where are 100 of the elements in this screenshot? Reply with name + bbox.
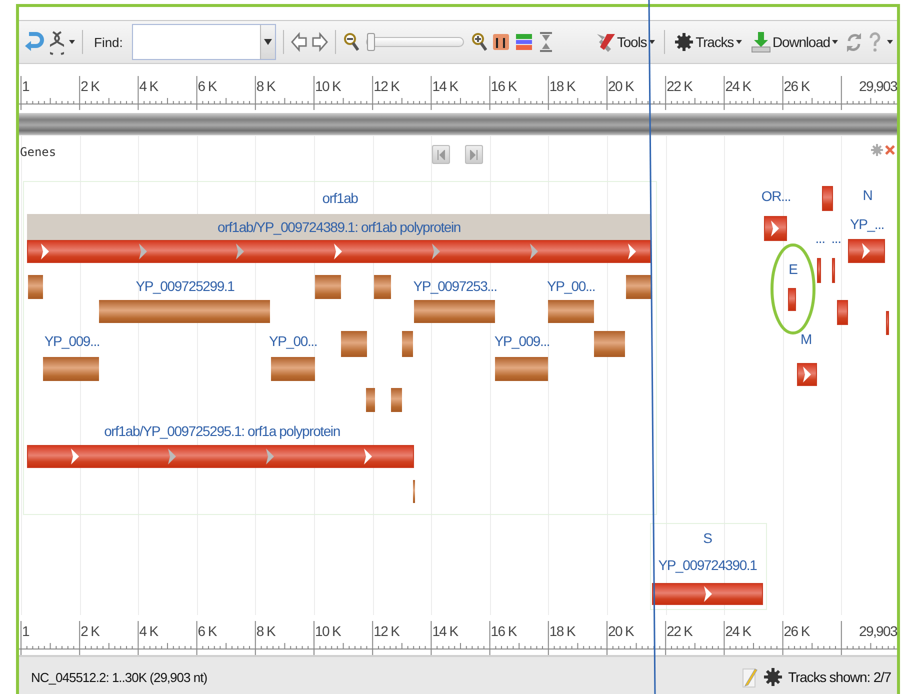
ruler-label: 2 K — [80, 623, 100, 639]
feature-label: YP_00... — [546, 277, 596, 295]
ruler-label: 14 K — [432, 623, 458, 639]
ruler-label: 1 — [22, 78, 29, 94]
ruler-label: 26 K — [784, 78, 810, 94]
caret-icon[interactable] — [887, 40, 893, 44]
find-label: Find: — [94, 34, 123, 50]
alignment-icon[interactable] — [514, 32, 533, 52]
previous-button[interactable] — [432, 145, 450, 164]
pencil-icon[interactable] — [742, 666, 758, 688]
right-arrow-icon[interactable] — [312, 31, 328, 53]
caret-icon — [264, 39, 272, 45]
refresh-icon[interactable] — [845, 31, 863, 53]
zoom-in-icon[interactable] — [470, 32, 487, 52]
feature-label: ... — [830, 229, 842, 247]
ruler-label: 10 K — [315, 623, 341, 639]
feature-label: orf1ab/YP_009725295.1: orf1a polyprotein — [103, 422, 341, 440]
ruler-label: 22 K — [666, 78, 692, 94]
feature-label: YP_009724390.1 — [657, 556, 758, 574]
next-button[interactable] — [465, 145, 483, 164]
feature-label: M — [800, 330, 812, 348]
skip-forward-icon — [470, 150, 478, 160]
download-icon — [750, 31, 771, 53]
track-title: Genes — [20, 145, 56, 159]
gene-bar — [822, 186, 833, 211]
cds-bar — [374, 275, 391, 299]
caret-icon — [832, 40, 838, 44]
menu-button[interactable]: Tools — [592, 31, 657, 53]
close-icon[interactable] — [885, 144, 895, 156]
ruler-label: 16 K — [490, 623, 516, 639]
ruler-label: 12 K — [374, 623, 400, 639]
skip-back-icon — [437, 150, 445, 160]
feature-label: YP_... — [849, 215, 885, 233]
menu-button[interactable]: Tracks — [672, 31, 744, 53]
feature-label: YP_009... — [493, 332, 551, 350]
cds-bar — [594, 331, 625, 357]
cds-bar — [391, 388, 402, 412]
ruler-label: 18 K — [549, 623, 575, 639]
collapse-icon[interactable] — [538, 31, 554, 53]
feature-label: orf1ab — [321, 189, 359, 207]
cds-bar — [366, 388, 375, 412]
ruler-label: 24 K — [725, 623, 751, 639]
ruler-label: 29,903 — [858, 623, 897, 639]
cds-bar — [548, 300, 594, 323]
tracks-shown-text: Tracks shown: 2/7 — [788, 669, 891, 685]
ruler-label: 2 K — [80, 78, 100, 94]
ruler-label: 14 K — [432, 78, 458, 94]
feature-label: YP_0097253... — [412, 277, 498, 295]
feature-band: orf1ab/YP_009724389.1: orf1ab polyprotein — [27, 214, 651, 240]
location-text: NC_045512.2: 1..30K (29,903 nt) — [31, 670, 208, 684]
ruler-label: 4 K — [139, 78, 158, 94]
cds-bar — [315, 275, 341, 299]
ruler-label: 8 K — [256, 623, 276, 639]
feature-label: YP_009... — [43, 332, 101, 350]
help-icon[interactable] — [868, 31, 882, 53]
feature-label: OR... — [760, 187, 792, 205]
cds-bar — [43, 357, 99, 381]
caret-icon — [648, 40, 655, 44]
gene-bar — [832, 258, 835, 283]
settings-icon[interactable] — [871, 144, 883, 156]
caret-icon[interactable] — [69, 40, 75, 44]
ruler-label: 18 K — [549, 78, 575, 94]
left-arrow-icon[interactable] — [290, 31, 307, 53]
find-field[interactable] — [132, 24, 276, 60]
ruler-label: 24 K — [725, 78, 751, 94]
gene-bar — [797, 363, 817, 386]
feature-label: S — [702, 529, 713, 547]
ruler-label: 20 K — [608, 78, 634, 94]
ruler-label: 22 K — [666, 623, 692, 639]
gene-bar — [788, 288, 796, 311]
feature-label: ... — [814, 229, 826, 247]
gene-bar — [837, 300, 848, 325]
ruler-label: 12 K — [374, 78, 400, 94]
ruler-label: 6 K — [198, 623, 216, 639]
feature-label: YP_009725299.1 — [134, 277, 236, 295]
cds-bar — [402, 331, 413, 357]
caret-icon — [736, 40, 742, 44]
cds-bar — [341, 331, 367, 357]
gene-bar — [817, 258, 821, 283]
ruler-label: 10 K — [315, 78, 341, 94]
cds-bar — [28, 275, 43, 299]
ruler-label: 8 K — [256, 78, 276, 94]
gear-icon[interactable] — [764, 666, 782, 688]
ruler-label: 29,903 — [858, 78, 897, 94]
sequence-icon[interactable] — [492, 32, 510, 52]
gene-bar — [848, 239, 885, 263]
ruler-label: 16 K — [490, 78, 516, 94]
dropdown-button[interactable] — [260, 25, 275, 59]
gene-bar — [764, 216, 787, 241]
zoom-out-icon[interactable] — [342, 32, 359, 52]
menu-button[interactable]: Download — [748, 31, 840, 53]
ruler-label: 26 K — [784, 623, 810, 639]
ruler-label: 20 K — [608, 623, 634, 639]
cds-bar — [626, 275, 651, 299]
feature-label: N — [862, 186, 874, 204]
cds-bar — [271, 357, 315, 381]
gear-icon — [674, 31, 694, 53]
ruler-label: 1 — [22, 623, 29, 639]
feature-label: YP_00... — [268, 332, 318, 350]
ruler-label: 6 K — [198, 78, 216, 94]
